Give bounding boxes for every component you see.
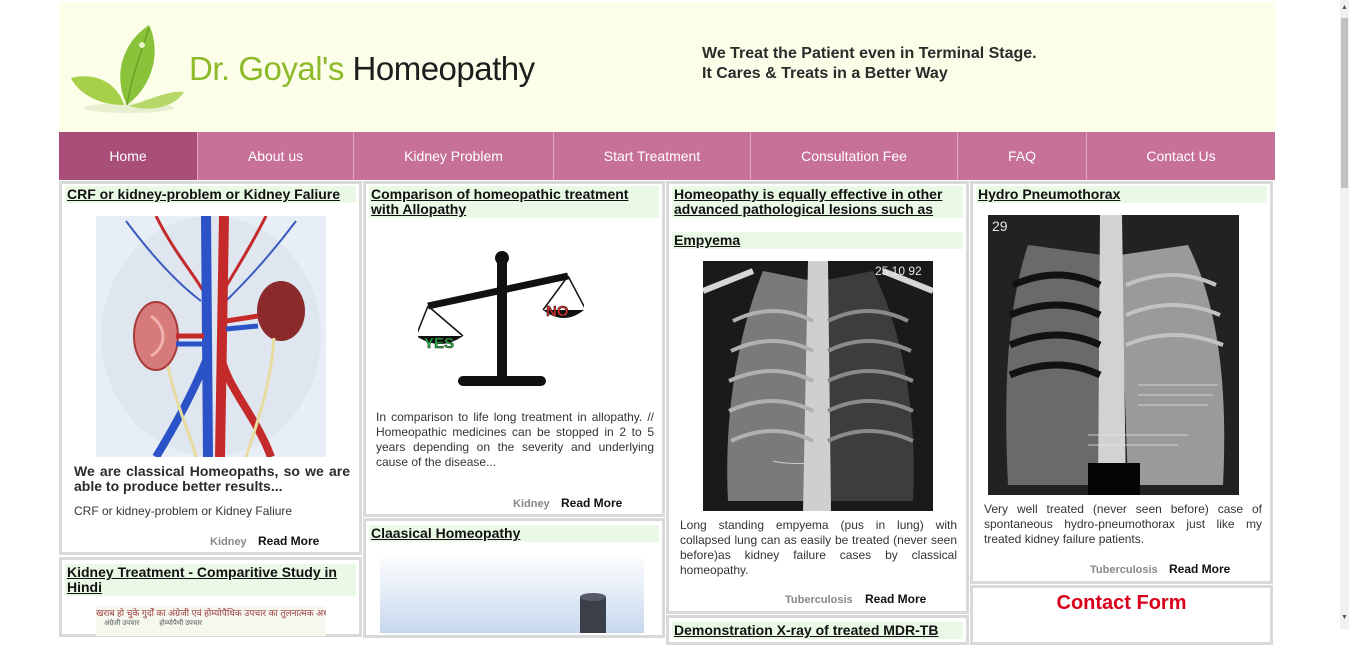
image-caption-english: अंग्रेजी उपचार	[104, 620, 140, 627]
page-wrapper: Dr. Goyal's Homeopathy We Treat the Pati…	[59, 0, 1275, 645]
card-text-hydro: Very well treated (never seen before) ca…	[984, 502, 1262, 546]
nav-item-about-us[interactable]: About us	[198, 132, 354, 180]
site-logo-text[interactable]: Dr. Goyal's Homeopathy	[189, 50, 535, 88]
tagline-line-1: We Treat the Patient even in Terminal St…	[702, 45, 1037, 62]
card-classical-homeopathy: Claasical Homeopathy	[363, 518, 665, 638]
card-title-empyema[interactable]: Homeopathy is equally effective in other…	[672, 186, 963, 218]
card-comparison: Comparison of homeopathic treatment with…	[363, 181, 665, 517]
kidney-illustration-image[interactable]	[96, 216, 326, 457]
card-contact-form: Contact Form	[970, 585, 1273, 645]
tag-kidney[interactable]: Kidney	[210, 536, 247, 548]
empyema-xray-image[interactable]: 25 10 92	[703, 261, 933, 511]
contact-form-title: Contact Form	[1056, 592, 1187, 614]
image-caption-line-1: खराब हो चुके गुर्दों का अंग्रेजी एवं होम…	[96, 608, 326, 618]
scale-no-label: NO	[546, 303, 569, 320]
card-title-crf[interactable]: CRF or kidney-problem or Kidney Faliure	[65, 186, 356, 203]
tag-tuberculosis[interactable]: Tuberculosis	[785, 594, 853, 606]
card-demonstration-xray: Demonstration X-ray of treated MDR-TB	[666, 615, 969, 645]
nav-item-faq[interactable]: FAQ	[958, 132, 1087, 180]
nav-item-consultation-fee[interactable]: Consultation Fee	[751, 132, 958, 180]
card-hydro-pneumothorax: Hydro Pneumothorax 29 Very well treated …	[970, 181, 1273, 584]
classical-homeopathy-image[interactable]	[380, 553, 644, 633]
xray-corner-label: 29	[992, 218, 1008, 234]
scale-yes-label: YES	[424, 335, 454, 352]
site-header: Dr. Goyal's Homeopathy We Treat the Pati…	[59, 2, 1275, 132]
tagline-line-2: It Cares & Treats in a Better Way	[702, 65, 948, 82]
read-more-link[interactable]: Read More	[1169, 562, 1230, 576]
hydro-pneumothorax-xray-image[interactable]: 29	[988, 215, 1239, 495]
tag-kidney[interactable]: Kidney	[513, 498, 550, 510]
card-headline-crf: We are classical Homeopaths, so we are a…	[74, 463, 350, 494]
card-crf: CRF or kidney-problem or Kidney Faliure …	[59, 181, 362, 555]
xray-date-label: 25 10 92	[875, 264, 922, 278]
card-kidney-treatment: Kidney Treatment - Comparitive Study in …	[59, 557, 362, 637]
scrollbar-thumb[interactable]	[1341, 18, 1348, 188]
card-title-classical[interactable]: Claasical Homeopathy	[369, 525, 659, 542]
card-title-comparison[interactable]: Comparison of homeopathic treatment with…	[369, 186, 659, 218]
balance-scale-image[interactable]: YES NO	[418, 248, 584, 390]
logo-brand: Homeopathy	[352, 50, 536, 87]
card-title-kidney-treatment[interactable]: Kidney Treatment - Comparitive Study in …	[65, 564, 356, 596]
leaf-logo-icon[interactable]	[69, 20, 189, 115]
nav-item-contact-us[interactable]: Contact Us	[1087, 132, 1275, 180]
nav-item-home[interactable]: Home	[59, 132, 198, 180]
card-title-hydro[interactable]: Hydro Pneumothorax	[976, 186, 1267, 203]
card-empyema: Homeopathy is equally effective in other…	[666, 181, 969, 614]
nav-item-start-treatment[interactable]: Start Treatment	[554, 132, 751, 180]
tag-tuberculosis[interactable]: Tuberculosis	[1090, 564, 1158, 576]
read-more-link[interactable]: Read More	[561, 496, 622, 510]
scroll-down-arrow-icon[interactable]: ▼	[1341, 614, 1348, 621]
read-more-link[interactable]: Read More	[258, 534, 319, 548]
hindi-comparison-image[interactable]: खराब हो चुके गुर्दों का अंग्रेजी एवं होम…	[96, 606, 326, 636]
nav-item-kidney-problem[interactable]: Kidney Problem	[354, 132, 554, 180]
card-text-crf: CRF or kidney-problem or Kidney Faliure	[74, 504, 293, 518]
read-more-link[interactable]: Read More	[865, 592, 926, 606]
main-nav: Home About us Kidney Problem Start Treat…	[59, 132, 1275, 180]
card-text-empyema: Long standing empyema (pus in lung) with…	[680, 518, 957, 577]
tagline: We Treat the Patient even in Terminal St…	[702, 44, 1037, 84]
logo-name: Dr. Goyal's	[189, 50, 344, 87]
card-subtitle-empyema[interactable]: Empyema	[672, 232, 963, 249]
scroll-up-arrow-icon[interactable]: ▲	[1341, 4, 1348, 11]
card-title-demonstration[interactable]: Demonstration X-ray of treated MDR-TB	[672, 622, 963, 639]
card-text-comparison: In comparison to life long treatment in …	[376, 410, 654, 469]
image-caption-homeopathy: होम्योपैथी उपचार	[159, 620, 203, 627]
